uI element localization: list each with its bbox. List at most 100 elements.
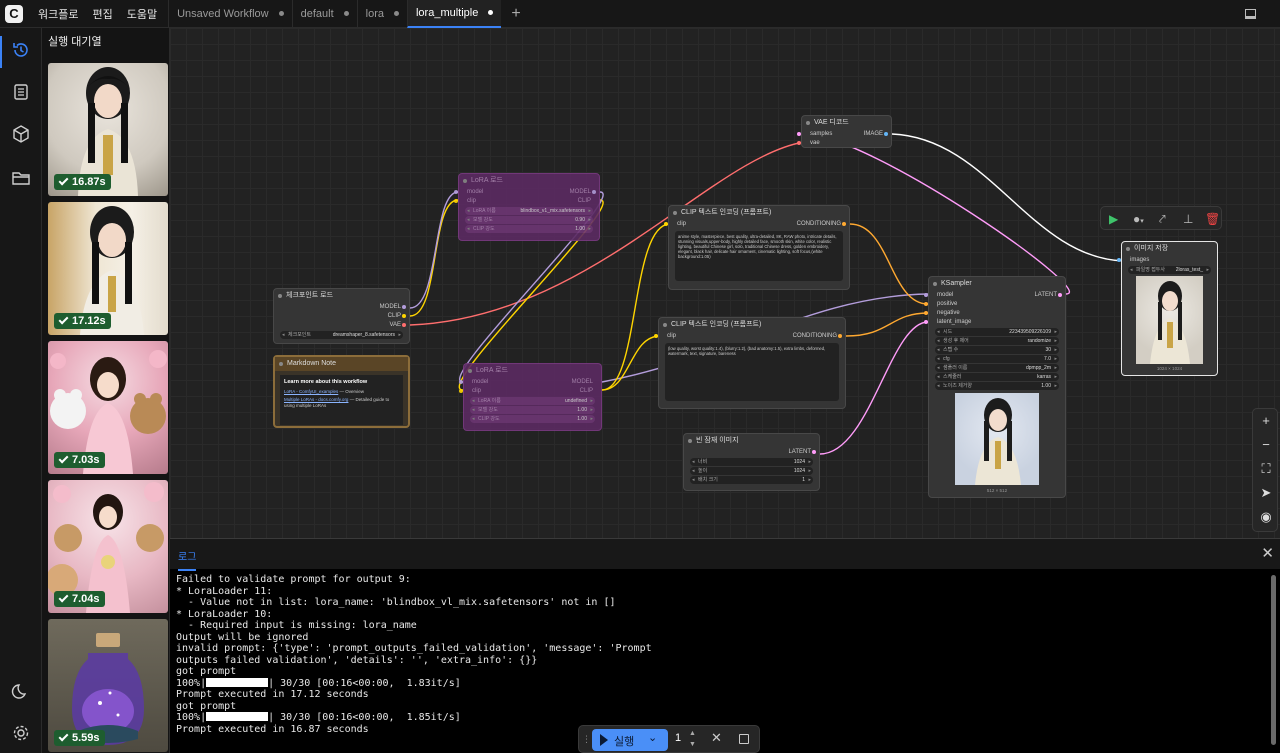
saved-image-preview xyxy=(1136,276,1203,364)
log-panel: 로그 ✕ Failed to validate prompt for outpu… xyxy=(170,538,1280,753)
play-icon xyxy=(600,734,608,746)
width-widget[interactable]: 너비1024 xyxy=(690,458,813,466)
progress-line: 100%| | 30/30 [00:16<00:00, 1.85it/s] xyxy=(176,712,461,723)
ckpt-name-widget[interactable]: 체크포인트dreamshaper_8.safetensors xyxy=(280,331,403,339)
lora-loader-node-2[interactable]: LoRA 로드 modelMODEL clipCLIP LoRA 이름undef… xyxy=(459,363,602,431)
check-icon xyxy=(58,314,69,325)
stop-square-icon[interactable] xyxy=(739,734,749,744)
multiple-loras-link[interactable]: Multiple LoRAs - docs.comfy.org xyxy=(284,397,348,402)
save-image-node[interactable]: 이미지 저장 images 파일명 접두사2loras_test_ 1024 ×… xyxy=(1117,241,1218,376)
theme-moon-icon[interactable] xyxy=(11,681,31,701)
model-library-icon[interactable] xyxy=(11,124,31,144)
tab-close-dot[interactable] xyxy=(343,11,349,16)
check-icon xyxy=(58,592,69,603)
execute-play-icon[interactable]: ▶ xyxy=(1109,211,1118,227)
fit-view-icon[interactable]: ⛶ xyxy=(1253,461,1279,477)
batch-size-widget[interactable]: 배치 크기1 xyxy=(690,476,813,484)
note-content: Learn more about this workflow LoRA - Co… xyxy=(280,375,403,425)
empty-latent-image-node[interactable]: 빈 잠재 이미지 LATENT 너비1024 높이1024 배치 크기1 xyxy=(683,433,820,491)
close-icon[interactable]: ✕ xyxy=(1261,544,1274,562)
node-selection-toolbar: ▶ ●▾ ⤤ ⊥ 🗑 xyxy=(1100,206,1222,230)
steps-widget[interactable]: 스텝 수30 xyxy=(935,346,1059,354)
queue-item[interactable]: 5.59s xyxy=(48,619,168,752)
lora-name-widget[interactable]: LoRA 이름blindbox_v1_mix.safetensors xyxy=(465,207,593,215)
cancel-icon[interactable]: ✕ xyxy=(711,730,722,746)
queue-item[interactable]: 7.03s xyxy=(48,341,168,474)
strength-model-widget[interactable]: 모델 강도1.00 xyxy=(470,406,595,414)
duration-badge: 7.04s xyxy=(54,591,105,607)
comfy-logo[interactable]: C xyxy=(5,4,23,23)
queue-item[interactable]: 16.87s xyxy=(48,63,168,196)
lora-loader-node-1[interactable]: LoRA 로드 modelMODEL clipCLIP LoRA 이름blind… xyxy=(454,173,600,241)
log-scrollbar[interactable] xyxy=(1271,575,1276,745)
scheduler-widget[interactable]: 스케줄러karras xyxy=(935,373,1059,381)
checkpoint-loader-node[interactable]: 체크포인트 로드 MODEL CLIP VAE 체크포인트dreamshaper… xyxy=(273,288,410,344)
strength-clip-widget[interactable]: CLIP 강도1.00 xyxy=(465,225,593,233)
count-stepper[interactable]: ▲ ▼ xyxy=(689,728,696,750)
run-button[interactable]: 실행 ⌄ xyxy=(592,729,668,751)
batch-count-input[interactable]: 1 xyxy=(675,732,681,744)
progress-bar xyxy=(206,677,269,687)
cfg-widget[interactable]: cfg7.0 xyxy=(935,355,1059,363)
workflows-folder-icon[interactable] xyxy=(11,168,31,188)
tab-close-dot[interactable] xyxy=(393,11,399,16)
check-icon xyxy=(58,175,69,186)
queue-item[interactable]: 7.04s xyxy=(48,480,168,613)
tab-close-dot[interactable] xyxy=(278,11,284,16)
height-widget[interactable]: 높이1024 xyxy=(690,467,813,475)
menu-help[interactable]: 도움말 xyxy=(120,6,164,22)
duration-badge: 16.87s xyxy=(54,174,111,190)
bypass-icon[interactable]: ⤤ xyxy=(1159,211,1166,227)
menu-workflow[interactable]: 워크플로 xyxy=(31,6,85,22)
control-after-generate-widget[interactable]: 생성 후 제어randomize xyxy=(935,337,1059,345)
toggle-panel-icon[interactable] xyxy=(1245,9,1256,19)
zoom-out-icon[interactable]: − xyxy=(1253,437,1279,452)
denoise-widget[interactable]: 노이즈 제거양1.00 xyxy=(935,382,1059,390)
settings-gear-icon[interactable] xyxy=(11,723,31,743)
negative-prompt-textarea[interactable]: (low quality, worst quality:1.4), (blurr… xyxy=(665,343,839,401)
vae-decode-node[interactable]: VAE 디코드 samples IMAGE vae xyxy=(797,115,892,148)
markdown-note-node[interactable]: Markdown Note Learn more about this work… xyxy=(273,355,410,428)
strength-clip-widget[interactable]: CLIP 강도1.00 xyxy=(470,415,595,423)
ksampler-node[interactable]: KSampler model LATENT positive negative l… xyxy=(924,276,1066,498)
pan-mode-icon[interactable]: ➤ xyxy=(1253,485,1279,501)
lora-examples-link[interactable]: LoRA - ComfyUI_examples xyxy=(284,389,338,394)
chevron-down-icon[interactable]: ⌄ xyxy=(648,731,657,744)
duration-badge: 7.03s xyxy=(54,452,105,468)
sampler-name-widget[interactable]: 샘플러 이름dpmpp_2m xyxy=(935,364,1059,372)
queue-item[interactable]: 17.12s xyxy=(48,202,168,335)
tab-lora[interactable]: lora xyxy=(356,0,407,28)
positive-prompt-textarea[interactable]: anime style, masterpiece, best quality, … xyxy=(675,231,843,281)
color-picker-icon[interactable]: ●▾ xyxy=(1133,211,1144,230)
tab-close-dot[interactable] xyxy=(488,10,494,15)
graph-canvas[interactable]: LoRA 로드 modelMODEL clipCLIP LoRA 이름blind… xyxy=(170,28,1280,538)
strength-model-widget[interactable]: 모델 강도0.90 xyxy=(465,216,593,224)
active-indicator xyxy=(0,36,2,68)
delete-trash-icon[interactable]: 🗑 xyxy=(1205,211,1220,227)
tab-unsaved-workflow[interactable]: Unsaved Workflow xyxy=(168,0,292,28)
progress-line: 100%| | 30/30 [00:16<00:00, 1.83it/s] xyxy=(176,677,461,689)
filename-prefix-widget[interactable]: 파일명 접두사2loras_test_ xyxy=(1128,266,1211,274)
pin-icon[interactable]: ⊥ xyxy=(1183,211,1193,227)
lora-name-widget[interactable]: LoRA 이름undefined xyxy=(470,397,595,405)
zoom-in-icon[interactable]: + xyxy=(1253,413,1279,428)
duration-badge: 17.12s xyxy=(54,313,111,329)
log-header: 로그 ✕ xyxy=(170,539,1280,571)
progress-bar xyxy=(206,712,269,721)
log-output: Failed to validate prompt for output 9: *… xyxy=(176,574,652,735)
menu-edit[interactable]: 편집 xyxy=(85,6,119,22)
node-library-icon[interactable] xyxy=(11,82,31,102)
canvas-zoom-controls: + − ⛶ ➤ ◉ xyxy=(1252,408,1278,532)
tab-lora-multiple[interactable]: lora_multiple xyxy=(406,0,502,28)
toggle-links-eye-icon[interactable]: ◉ xyxy=(1253,509,1279,525)
new-tab-button[interactable]: + xyxy=(501,5,530,23)
sidebar-rail xyxy=(0,28,42,753)
check-icon xyxy=(58,731,69,742)
seed-widget[interactable]: 시드223439509226109 xyxy=(935,328,1059,336)
duration-badge: 5.59s xyxy=(54,730,105,746)
clip-text-encode-negative-node[interactable]: CLIP 텍스트 인코딩 (프롬프트) clip CONDITIONING (lo… xyxy=(654,317,846,409)
clip-text-encode-positive-node[interactable]: CLIP 텍스트 인코딩 (프롬프트) clip CONDITIONING ani… xyxy=(664,205,850,290)
tab-default[interactable]: default xyxy=(291,0,357,28)
tab-logs[interactable]: 로그 xyxy=(178,548,197,571)
queue-history-icon[interactable] xyxy=(11,40,31,60)
